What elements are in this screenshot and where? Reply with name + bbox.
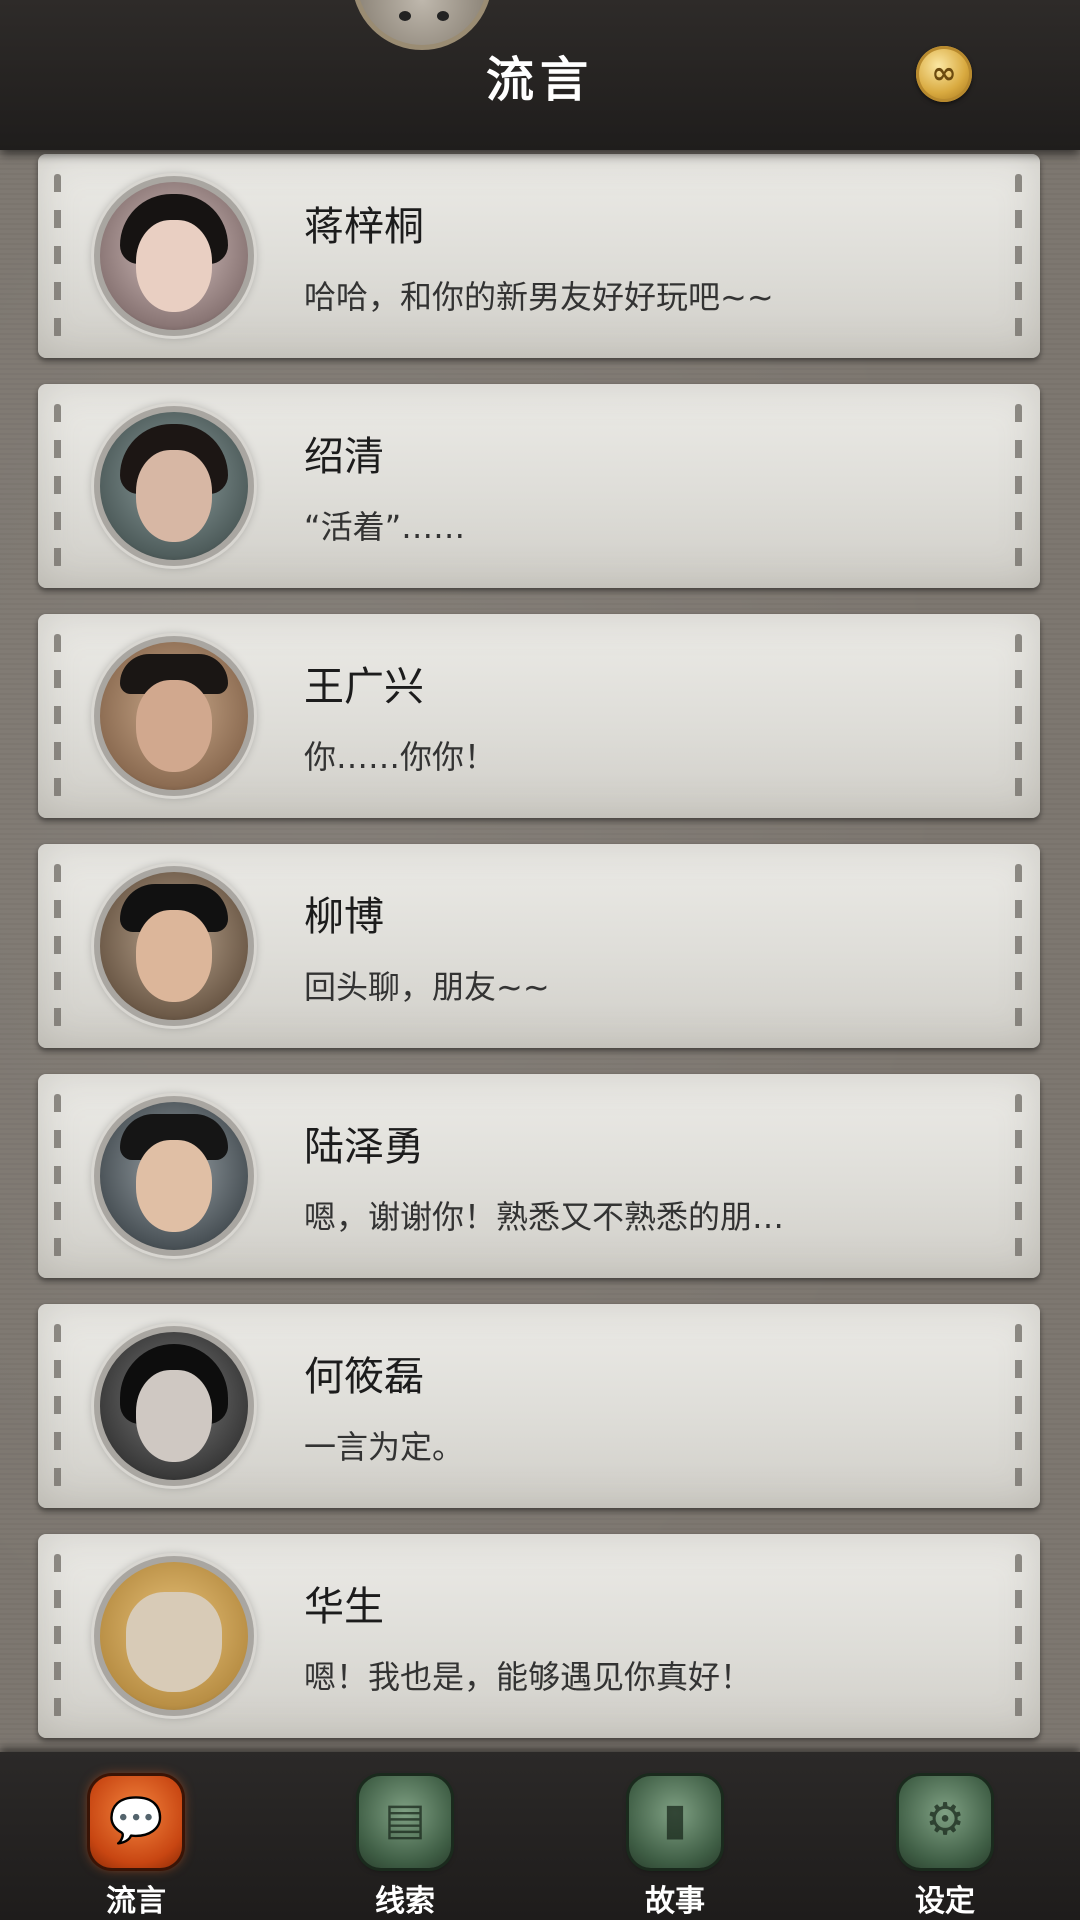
contact-avatar — [94, 406, 254, 566]
contact-name: 柳博 — [304, 894, 384, 940]
contact-avatar — [94, 1326, 254, 1486]
contact-card[interactable]: 何筱磊 一言为定。 — [38, 1304, 1040, 1508]
tab-label: 设定 — [915, 1884, 975, 1919]
contact-card[interactable]: 蒋梓桐 哈哈，和你的新男友好好玩吧~~ — [38, 154, 1040, 358]
contact-last-message: 一言为定。 — [304, 1428, 465, 1466]
tab-clues[interactable]: ▤ 线索 — [355, 1776, 455, 1920]
card-stitch-right — [1015, 864, 1022, 1028]
contact-card[interactable]: 华生 嗯！我也是，能够遇见你真好！ — [38, 1534, 1040, 1738]
contact-avatar — [94, 636, 254, 796]
contact-last-message: 嗯，谢谢你！熟悉又不熟悉的朋… — [304, 1198, 785, 1236]
contact-name: 王广兴 — [304, 664, 424, 710]
contact-avatar — [94, 1096, 254, 1256]
contact-avatar — [94, 866, 254, 1026]
story-book-icon: ▮ — [629, 1776, 721, 1868]
contact-card[interactable]: 陆泽勇 嗯，谢谢你！熟悉又不熟悉的朋… — [38, 1074, 1040, 1278]
contact-name: 何筱磊 — [304, 1354, 424, 1400]
card-stitch-right — [1015, 1554, 1022, 1718]
tab-label: 流言 — [106, 1884, 166, 1919]
tab-label: 线索 — [375, 1884, 435, 1919]
card-stitch-left — [54, 174, 61, 338]
contact-last-message: 哈哈，和你的新男友好好玩吧~~ — [304, 278, 774, 316]
clue-paper-icon: ▤ — [359, 1776, 451, 1868]
bottom-nav: 💬 流言 ▤ 线索 ▮ 故事 ⚙ 设定 — [0, 1752, 1080, 1920]
tab-settings[interactable]: ⚙ 设定 — [895, 1776, 995, 1920]
tab-label: 故事 — [645, 1884, 705, 1919]
contact-avatar — [94, 176, 254, 336]
top-bar: 流言 ∞ — [0, 0, 1080, 150]
card-stitch-right — [1015, 1324, 1022, 1488]
contact-name: 陆泽勇 — [304, 1124, 424, 1170]
card-stitch-left — [54, 1324, 61, 1488]
card-stitch-left — [54, 404, 61, 568]
card-stitch-right — [1015, 174, 1022, 338]
contact-last-message: “活着”…… — [304, 508, 466, 546]
contact-card[interactable]: 柳博 回头聊，朋友~~ — [38, 844, 1040, 1048]
avatar-eye — [399, 11, 411, 21]
card-stitch-left — [54, 864, 61, 1028]
settings-gear-icon: ⚙ — [899, 1776, 991, 1868]
card-stitch-right — [1015, 1094, 1022, 1258]
card-stitch-right — [1015, 634, 1022, 798]
contact-card[interactable]: 绍清 “活着”…… — [38, 384, 1040, 588]
tab-rumors[interactable]: 💬 流言 — [86, 1776, 186, 1920]
contact-name: 绍清 — [304, 434, 384, 480]
contact-card[interactable]: 王广兴 你……你你！ — [38, 614, 1040, 818]
infinity-coin-icon[interactable]: ∞ — [916, 46, 972, 102]
contact-last-message: 嗯！我也是，能够遇见你真好！ — [304, 1658, 753, 1696]
chat-bubble-icon: 💬 — [90, 1776, 182, 1868]
tab-story[interactable]: ▮ 故事 — [625, 1776, 725, 1920]
contact-name: 蒋梓桐 — [304, 204, 424, 250]
contact-last-message: 回头聊，朋友~~ — [304, 968, 550, 1006]
card-stitch-left — [54, 1094, 61, 1258]
contact-list: 蒋梓桐 哈哈，和你的新男友好好玩吧~~ 绍清 “活着”…… 王广兴 你……你你！… — [38, 154, 1040, 1764]
card-stitch-left — [54, 634, 61, 798]
avatar-eye — [437, 11, 449, 21]
contact-name: 华生 — [304, 1584, 384, 1630]
contact-avatar — [94, 1556, 254, 1716]
contact-last-message: 你……你你！ — [304, 738, 497, 776]
card-stitch-right — [1015, 404, 1022, 568]
card-stitch-left — [54, 1554, 61, 1718]
